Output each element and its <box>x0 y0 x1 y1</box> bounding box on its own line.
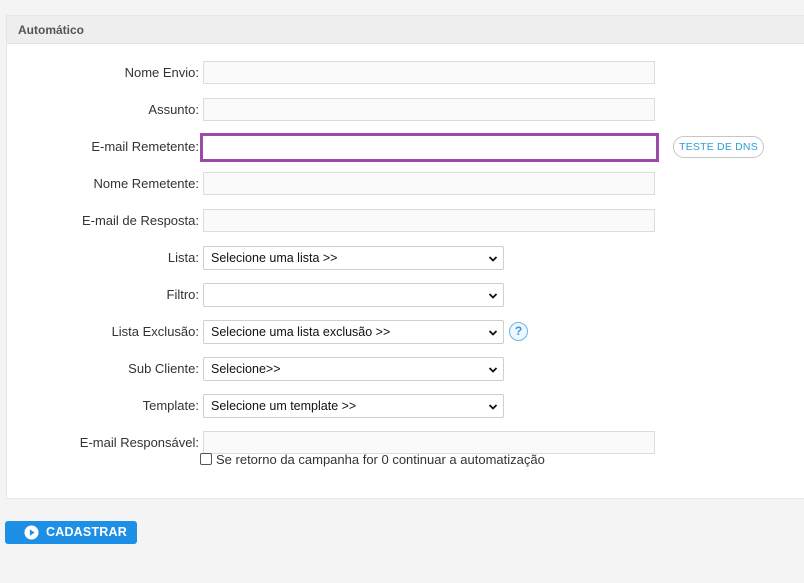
lista-label: Lista: <box>167 250 199 265</box>
lista-select-value: Selecione uma lista >> <box>211 251 338 265</box>
row-email-resposta: E-mail de Resposta: <box>7 209 804 233</box>
email-resposta-label: E-mail de Resposta: <box>81 213 199 228</box>
template-select-value: Selecione um template >> <box>211 399 357 413</box>
filtro-label: Filtro: <box>166 287 200 302</box>
nome-envio-label: Nome Envio: <box>124 65 199 80</box>
row-lista: Lista: Selecione uma lista >> <box>7 246 804 270</box>
continuar-automatizacao-option[interactable]: Se retorno da campanha for 0 continuar a… <box>200 451 545 469</box>
nome-remetente-label: Nome Remetente: <box>93 176 200 191</box>
lista-exclusao-select-value: Selecione uma lista exclusão >> <box>211 325 391 339</box>
play-circle-icon <box>24 525 39 540</box>
nome-remetente-input[interactable] <box>203 172 655 195</box>
chevron-down-icon <box>488 256 498 262</box>
nome-envio-input[interactable] <box>203 61 655 84</box>
template-select[interactable]: Selecione um template >> <box>203 394 504 418</box>
chevron-down-icon <box>488 404 498 410</box>
continuar-automatizacao-checkbox[interactable] <box>200 452 212 465</box>
teste-dns-button[interactable]: TESTE DE DNS <box>673 136 764 158</box>
chevron-down-icon <box>488 367 498 373</box>
row-nome-envio: Nome Envio: <box>7 61 804 85</box>
automatico-panel: Automático Nome Envio: Assunto: E-mail R… <box>6 15 804 499</box>
row-template: Template: Selecione um template >> <box>7 394 804 418</box>
chevron-down-icon <box>488 293 498 299</box>
chevron-down-icon <box>488 330 498 336</box>
email-resposta-input[interactable] <box>203 209 655 232</box>
filtro-select[interactable] <box>203 283 504 307</box>
row-email-remetente: E-mail Remetente: TESTE DE DNS <box>7 133 804 162</box>
sub-cliente-select-value: Selecione>> <box>211 362 281 376</box>
question-circle-icon[interactable]: ? <box>509 322 528 341</box>
assunto-input[interactable] <box>203 98 655 121</box>
email-remetente-label: E-mail Remetente: <box>91 139 199 154</box>
lista-exclusao-select[interactable]: Selecione uma lista exclusão >> <box>203 320 504 344</box>
lista-select[interactable]: Selecione uma lista >> <box>203 246 504 270</box>
sub-cliente-label: Sub Cliente: <box>128 361 199 376</box>
assunto-label: Assunto: <box>148 102 199 117</box>
template-label: Template: <box>142 398 199 413</box>
cadastrar-label: CADASTRAR <box>46 525 127 539</box>
row-nome-remetente: Nome Remetente: <box>7 172 804 196</box>
row-filtro: Filtro: <box>7 283 804 307</box>
panel-title: Automático <box>7 16 804 44</box>
row-assunto: Assunto: <box>7 98 804 122</box>
row-lista-exclusao: Lista Exclusão: Selecione uma lista excl… <box>7 320 804 344</box>
row-sub-cliente: Sub Cliente: Selecione>> <box>7 357 804 381</box>
continuar-automatizacao-label: Se retorno da campanha for 0 continuar a… <box>216 452 545 468</box>
cadastrar-button[interactable]: CADASTRAR <box>5 521 137 544</box>
email-remetente-input[interactable] <box>200 133 659 162</box>
lista-exclusao-label: Lista Exclusão: <box>111 324 199 339</box>
sub-cliente-select[interactable]: Selecione>> <box>203 357 504 381</box>
email-responsavel-label: E-mail Responsável: <box>79 435 199 450</box>
